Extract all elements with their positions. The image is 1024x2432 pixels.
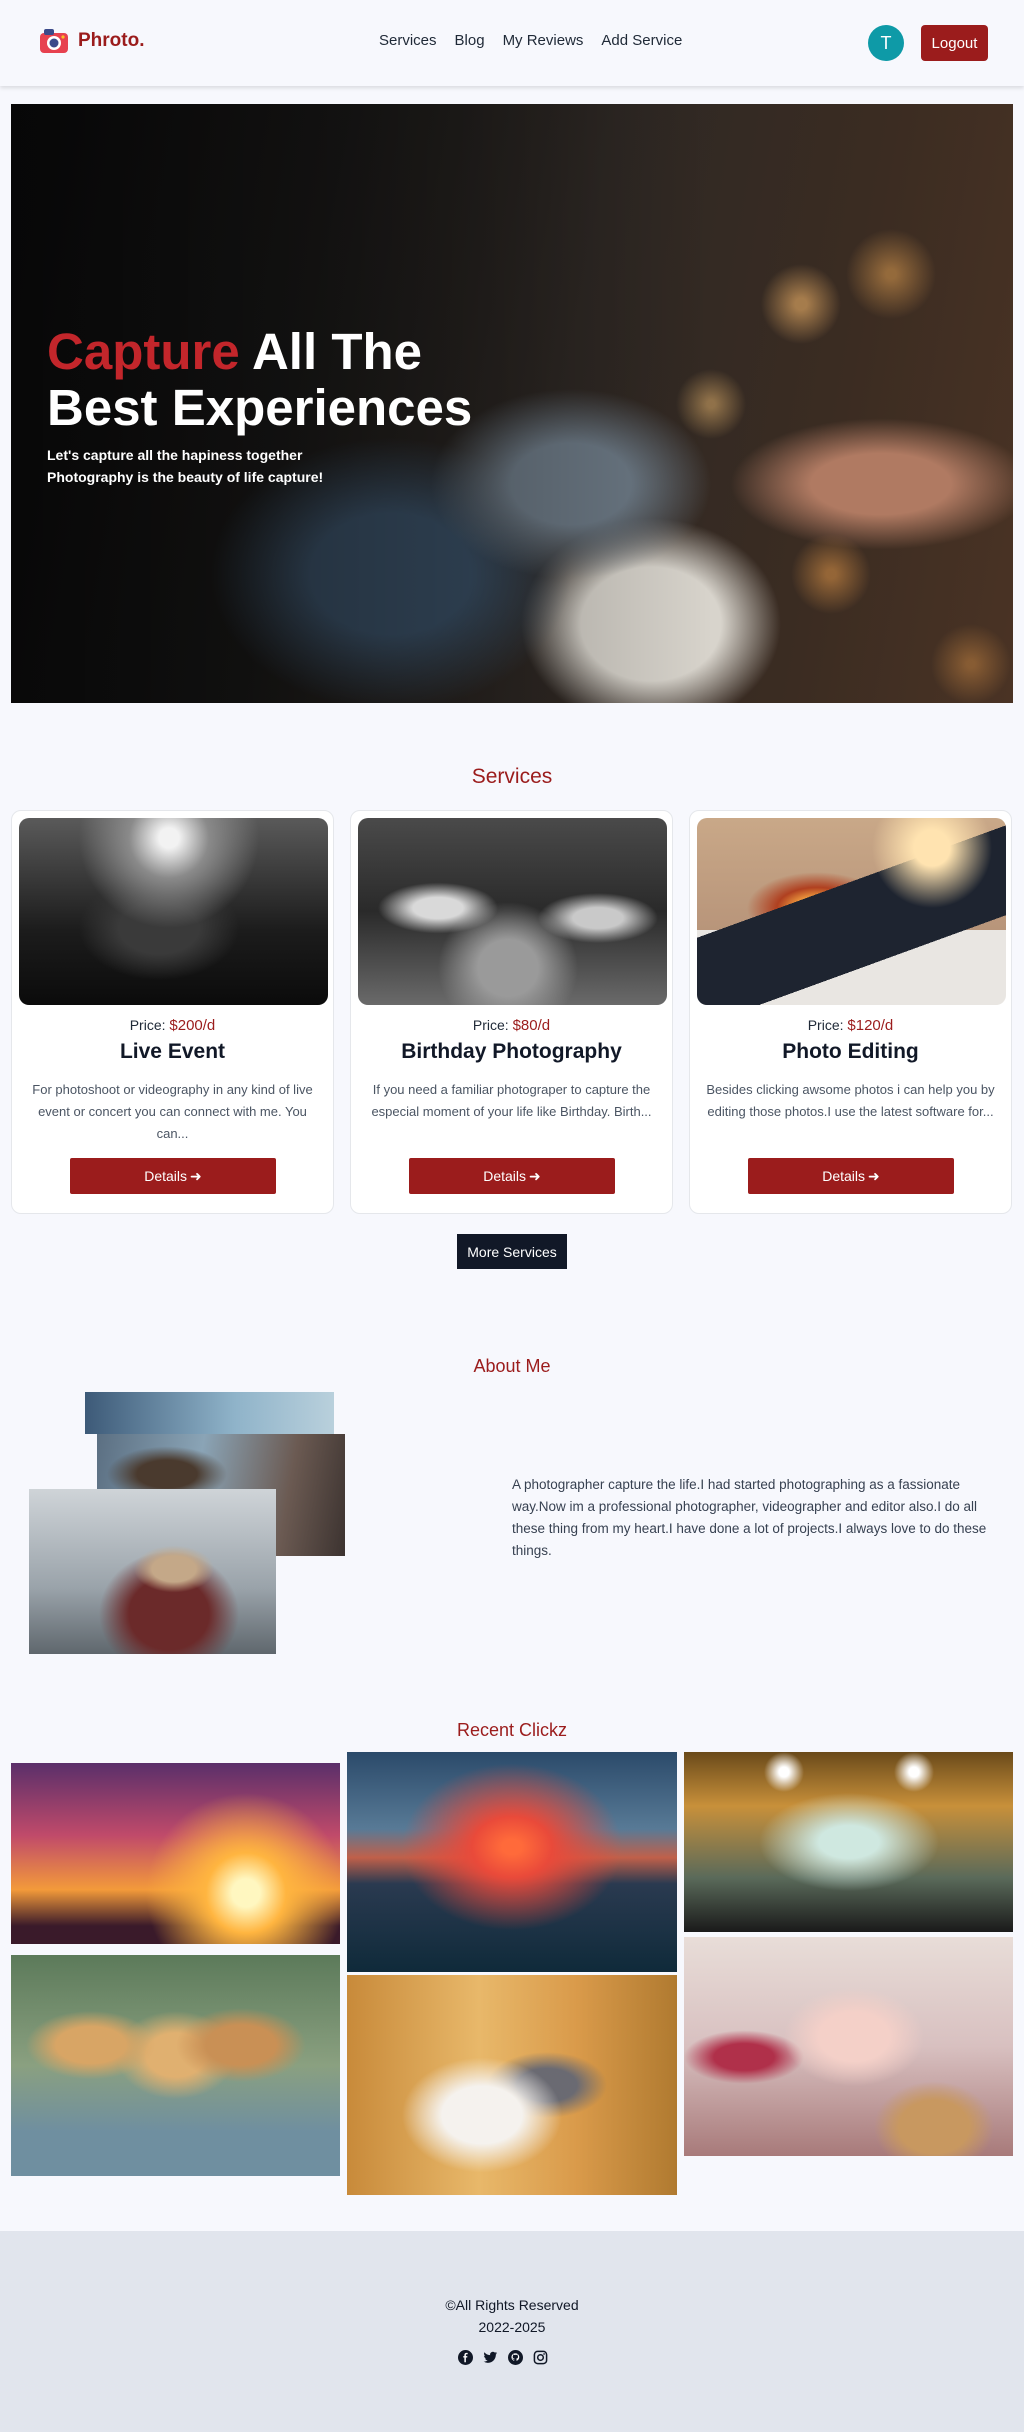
price-label: Price: [472, 1017, 513, 1033]
social-links [458, 2350, 548, 2365]
navbar: Phroto. Services Blog My Reviews Add Ser… [0, 0, 1024, 86]
arrow-right-icon: ➜ [529, 1167, 541, 1184]
service-image-live-event [19, 818, 328, 1005]
details-label: Details [822, 1168, 866, 1184]
instagram-icon[interactable] [533, 2350, 548, 2365]
details-button[interactable]: Details ➜ [70, 1158, 276, 1194]
github-icon[interactable] [508, 2350, 523, 2365]
gallery-photo-puppies[interactable] [11, 1955, 340, 2176]
gallery-photo-concert[interactable] [684, 1752, 1013, 1932]
service-image-birthday [358, 818, 667, 1005]
nav-link-my-reviews[interactable]: My Reviews [503, 32, 584, 49]
service-title: Live Event [119, 1040, 226, 1063]
brand-logo[interactable]: Phroto. [38, 26, 145, 56]
service-price: Price: $200/d [12, 1017, 333, 1034]
service-description: Besides clicking awsome photos i can hel… [706, 1082, 995, 1119]
hero-title-highlight: Capture [47, 323, 240, 380]
page: Phroto. Services Blog My Reviews Add Ser… [0, 0, 1024, 2432]
price-value: $80/d [512, 1017, 551, 1034]
service-card: Price: $80/d Birthday Photography If you… [350, 810, 673, 1214]
more-services-button[interactable]: More Services [457, 1234, 567, 1269]
service-title: Photo Editing [782, 1040, 919, 1063]
main-menu: Services Blog My Reviews Add Service [379, 32, 682, 49]
hero-subtitle-line1: Let's capture all the hapiness together [47, 447, 303, 463]
hero-title-line2: Best Experiences [47, 379, 473, 436]
logout-button[interactable]: Logout [921, 25, 988, 61]
nav-link-blog[interactable]: Blog [455, 32, 485, 49]
gallery-photo-wedding[interactable] [347, 1975, 677, 2195]
arrow-right-icon: ➜ [190, 1167, 202, 1184]
nav-link-add-service[interactable]: Add Service [601, 32, 682, 49]
hero-title-rest: All The [239, 323, 422, 380]
recent-heading: Recent Clickz [456, 1720, 568, 1740]
hero-banner: Capture All The Best Experiences Let's c… [11, 104, 1013, 703]
arrow-right-icon: ➜ [868, 1167, 880, 1184]
about-heading: About Me [473, 1356, 551, 1376]
price-value: $120/d [847, 1017, 894, 1034]
footer-years: 2022-2025 [478, 2319, 546, 2335]
service-price: Price: $80/d [351, 1017, 672, 1034]
hero-title: Capture All The Best Experiences [47, 324, 472, 436]
details-button[interactable]: Details ➜ [409, 1158, 615, 1194]
facebook-icon[interactable] [458, 2350, 473, 2365]
about-photo-photographer [29, 1489, 276, 1654]
service-card: Price: $200/d Live Event For photoshoot … [11, 810, 334, 1214]
services-heading: Services [471, 765, 553, 788]
price-label: Price: [129, 1017, 170, 1033]
brand-name: Phroto. [78, 30, 145, 51]
gallery-photo-birthday-party[interactable] [684, 1937, 1013, 2156]
hero-subtitle: Let's capture all the hapiness together … [47, 444, 323, 488]
service-card: Price: $120/d Photo Editing Besides clic… [689, 810, 1012, 1214]
gallery-photo-sea-sunset[interactable] [347, 1752, 677, 1972]
service-description: For photoshoot or videography in any kin… [32, 1082, 313, 1141]
details-label: Details [144, 1168, 188, 1184]
service-title: Birthday Photography [401, 1040, 622, 1063]
user-avatar[interactable]: T [868, 25, 904, 61]
price-value: $200/d [169, 1017, 216, 1034]
camera-logo-icon [40, 29, 68, 53]
service-description: If you need a familiar photograper to ca… [371, 1082, 652, 1119]
about-text: A photographer capture the life.I had st… [512, 1477, 987, 1558]
details-label: Details [483, 1168, 527, 1184]
service-image-photo-editing [697, 818, 1006, 1005]
hero-subtitle-line2: Photography is the beauty of life captur… [47, 469, 324, 485]
twitter-icon[interactable] [483, 2350, 498, 2365]
gallery-photo-birds-sunset[interactable] [11, 1763, 340, 1944]
service-price: Price: $120/d [690, 1017, 1011, 1034]
about-photo-camera-hands [85, 1392, 334, 1434]
footer-rights: ©All Rights Reserved [445, 2297, 579, 2313]
details-button[interactable]: Details ➜ [748, 1158, 954, 1194]
nav-link-services[interactable]: Services [379, 32, 437, 49]
price-label: Price: [807, 1017, 848, 1033]
